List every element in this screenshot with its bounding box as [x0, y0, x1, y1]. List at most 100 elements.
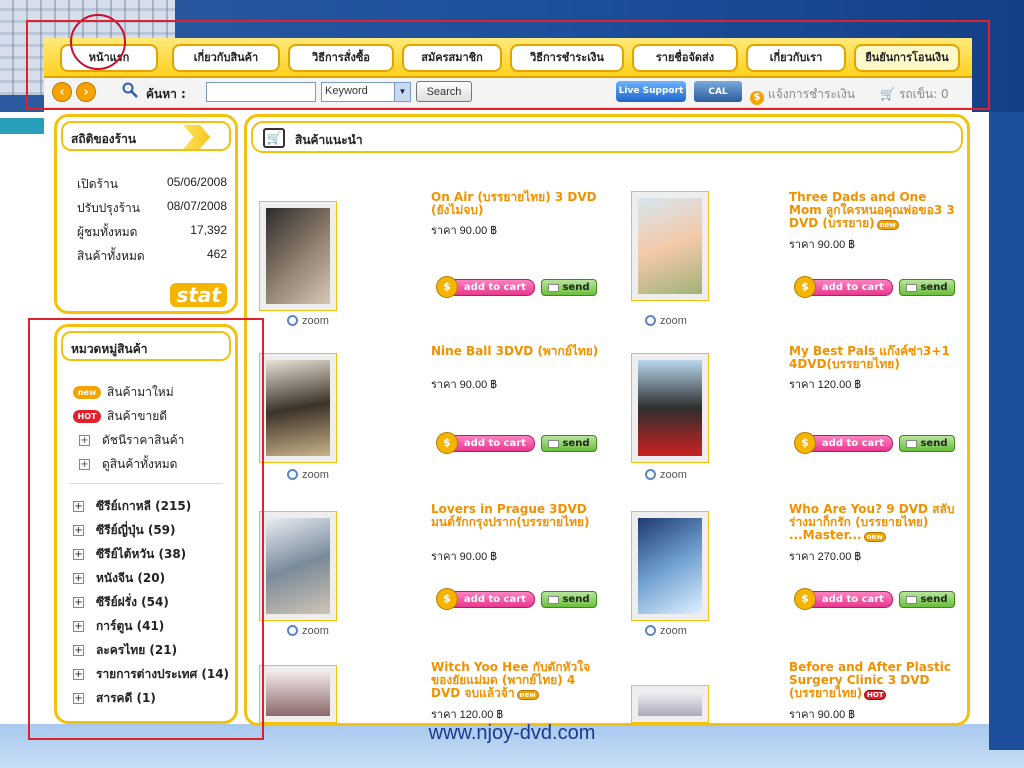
category-title: หมวดหมู่สินค้า — [71, 342, 148, 356]
nav-register[interactable]: สมัครสมาชิก — [402, 44, 502, 72]
new-badge-icon: new — [516, 690, 539, 700]
zoom-link[interactable]: zoom — [287, 625, 329, 637]
add-to-cart-button[interactable]: $ add to cart — [794, 276, 893, 298]
live-support-button[interactable]: Live Support — [616, 81, 686, 102]
zoom-link[interactable]: zoom — [645, 469, 687, 481]
nav-home[interactable]: หน้าแรก — [60, 44, 158, 72]
product-image[interactable] — [631, 685, 709, 723]
product-price: ราคา 270.00 ฿ — [789, 551, 862, 563]
product-title-text: Three Dads and One Mom ลูกใครหนอคุณพ่อขอ… — [789, 190, 955, 230]
product-title[interactable]: Lovers in Prague 3DVD มนต์รักกรุงปราก(บร… — [431, 503, 603, 529]
category-item[interactable]: + ซีรีย์ญี่ปุ่น (59) — [73, 521, 176, 540]
envelope-icon — [906, 283, 918, 292]
product-image[interactable] — [259, 201, 337, 311]
expand-icon: + — [73, 645, 84, 656]
expand-icon: + — [73, 549, 84, 560]
product-price: ราคา 120.00 ฿ — [431, 709, 504, 721]
category-quick-price-index[interactable]: + ดัชนีราคาสินค้า — [79, 431, 184, 450]
category-item[interactable]: + การ์ตูน (41) — [73, 617, 164, 636]
send-button[interactable]: send — [899, 435, 955, 452]
expand-icon: + — [73, 525, 84, 536]
send-button[interactable]: send — [541, 591, 597, 608]
category-item[interactable]: + สารคดี (1) — [73, 689, 156, 708]
add-to-cart-button[interactable]: $ add to cart — [794, 432, 893, 454]
category-label: สินค้ามาใหม่ — [107, 385, 174, 399]
search-input[interactable] — [206, 82, 316, 102]
recommended-title: สินค้าแนะนำ — [295, 133, 363, 147]
zoom-link[interactable]: zoom — [645, 315, 687, 327]
cart-link[interactable]: 🛒 รถเข็น: 0 — [880, 85, 949, 104]
product-title[interactable]: Three Dads and One Mom ลูกใครหนอคุณพ่อขอ… — [789, 191, 961, 230]
stat-open-date: เปิดร้าน 05/06/2008 — [77, 175, 227, 194]
product-image[interactable] — [259, 665, 337, 723]
product-title[interactable]: My Best Pals แก๊งค์ซ่า3+1 4DVD(บรรยายไทย… — [789, 345, 961, 371]
send-button[interactable]: send — [899, 591, 955, 608]
coin-icon: $ — [436, 432, 458, 454]
envelope-icon — [906, 595, 918, 604]
send-button[interactable]: send — [541, 435, 597, 452]
category-item[interactable]: + ซีรีย์เกาหลี (215) — [73, 497, 191, 516]
stat-label: ผู้ชมทั้งหมด — [77, 225, 138, 239]
expand-icon: + — [79, 459, 90, 470]
category-item[interactable]: + รายการต่างประเทศ (14) — [73, 665, 229, 684]
main-nav: หน้าแรก เกี่ยวกับสินค้า วิธีการสั่งซื้อ … — [44, 38, 972, 78]
calculator-button[interactable]: CAL — [694, 81, 742, 102]
nav-about-products[interactable]: เกี่ยวกับสินค้า — [172, 44, 280, 72]
zoom-link[interactable]: zoom — [645, 625, 687, 637]
expand-icon: + — [73, 597, 84, 608]
category-quick-new[interactable]: new สินค้ามาใหม่ — [73, 383, 174, 402]
nav-confirm-transfer[interactable]: ยืนยันการโอนเงิน — [854, 44, 960, 72]
category-quick-all[interactable]: + ดูสินค้าทั้งหมด — [79, 455, 177, 474]
product-image[interactable] — [259, 511, 337, 621]
add-to-cart-button[interactable]: $ add to cart — [436, 588, 535, 610]
zoom-label: zoom — [660, 315, 687, 327]
nav-about-us[interactable]: เกี่ยวกับเรา — [746, 44, 846, 72]
nav-payment-method[interactable]: วิธีการชำระเงิน — [510, 44, 624, 72]
cart-count-label: รถเข็น: 0 — [898, 87, 949, 101]
select-value: Keyword — [325, 85, 368, 97]
recommended-header: 🛒 สินค้าแนะนำ — [251, 121, 963, 153]
payment-notice-link[interactable]: $ แจ้งการชำระเงิน — [750, 85, 855, 105]
product-title[interactable]: Witch Yoo Hee กับดักหัวใจของยัยแม่มด (พา… — [431, 661, 603, 700]
product-title[interactable]: On Air (บรรยายไทย) 3 DVD (ยังไม่จบ) — [431, 191, 603, 217]
add-to-cart-button[interactable]: $ add to cart — [436, 432, 535, 454]
search-type-select[interactable]: Keyword ▼ — [321, 82, 411, 102]
add-to-cart-label: add to cart — [463, 282, 526, 293]
nav-label: เกี่ยวกับสินค้า — [193, 51, 259, 64]
nav-how-to-order[interactable]: วิธีการสั่งซื้อ — [288, 44, 394, 72]
forward-arrow-icon[interactable]: › — [76, 82, 96, 102]
product-image[interactable] — [631, 511, 709, 621]
add-to-cart-button[interactable]: $ add to cart — [794, 588, 893, 610]
category-item[interactable]: + หนังจีน (20) — [73, 569, 165, 588]
product-title-text: Nine Ball 3DVD (พากย์ไทย) — [431, 344, 599, 358]
stat-label: ปรับปรุงร้าน — [77, 201, 140, 215]
category-quick-hot[interactable]: HOT สินค้าขายดี — [73, 407, 167, 426]
search-button[interactable]: Search — [416, 81, 472, 102]
zoom-link[interactable]: zoom — [287, 469, 329, 481]
product-title[interactable]: Who Are You? 9 DVD สลับร่างมาก็กรัก (บรร… — [789, 503, 961, 542]
product-title[interactable]: Nine Ball 3DVD (พากย์ไทย) — [431, 345, 603, 358]
send-button[interactable]: send — [541, 279, 597, 296]
nav-shipping-list[interactable]: รายชื่อจัดส่ง — [632, 44, 738, 72]
product-image[interactable] — [631, 191, 709, 301]
back-arrow-icon[interactable]: ‹ — [52, 82, 72, 102]
expand-icon: + — [73, 573, 84, 584]
add-to-cart-label: add to cart — [821, 282, 884, 293]
category-item[interactable]: + ซีรีย์ฝรั่ง (54) — [73, 593, 169, 612]
category-panel: หมวดหมู่สินค้า new สินค้ามาใหม่ HOT สินค้า… — [54, 324, 238, 724]
slide-right-bar — [989, 112, 1024, 750]
stat-logo: stat — [170, 283, 227, 307]
stat-label: เปิดร้าน — [77, 177, 118, 191]
send-button[interactable]: send — [899, 279, 955, 296]
coin-icon: $ — [436, 588, 458, 610]
product-image[interactable] — [259, 353, 337, 463]
coin-icon: $ — [436, 276, 458, 298]
new-badge-icon: new — [876, 220, 899, 230]
envelope-icon — [548, 595, 560, 604]
zoom-link[interactable]: zoom — [287, 315, 329, 327]
add-to-cart-button[interactable]: $ add to cart — [436, 276, 535, 298]
category-item[interactable]: + ละครไทย (21) — [73, 641, 177, 660]
product-title[interactable]: Before and After Plastic Surgery Clinic … — [789, 661, 961, 700]
product-image[interactable] — [631, 353, 709, 463]
category-item[interactable]: + ซีรีย์ไต้หวัน (38) — [73, 545, 186, 564]
